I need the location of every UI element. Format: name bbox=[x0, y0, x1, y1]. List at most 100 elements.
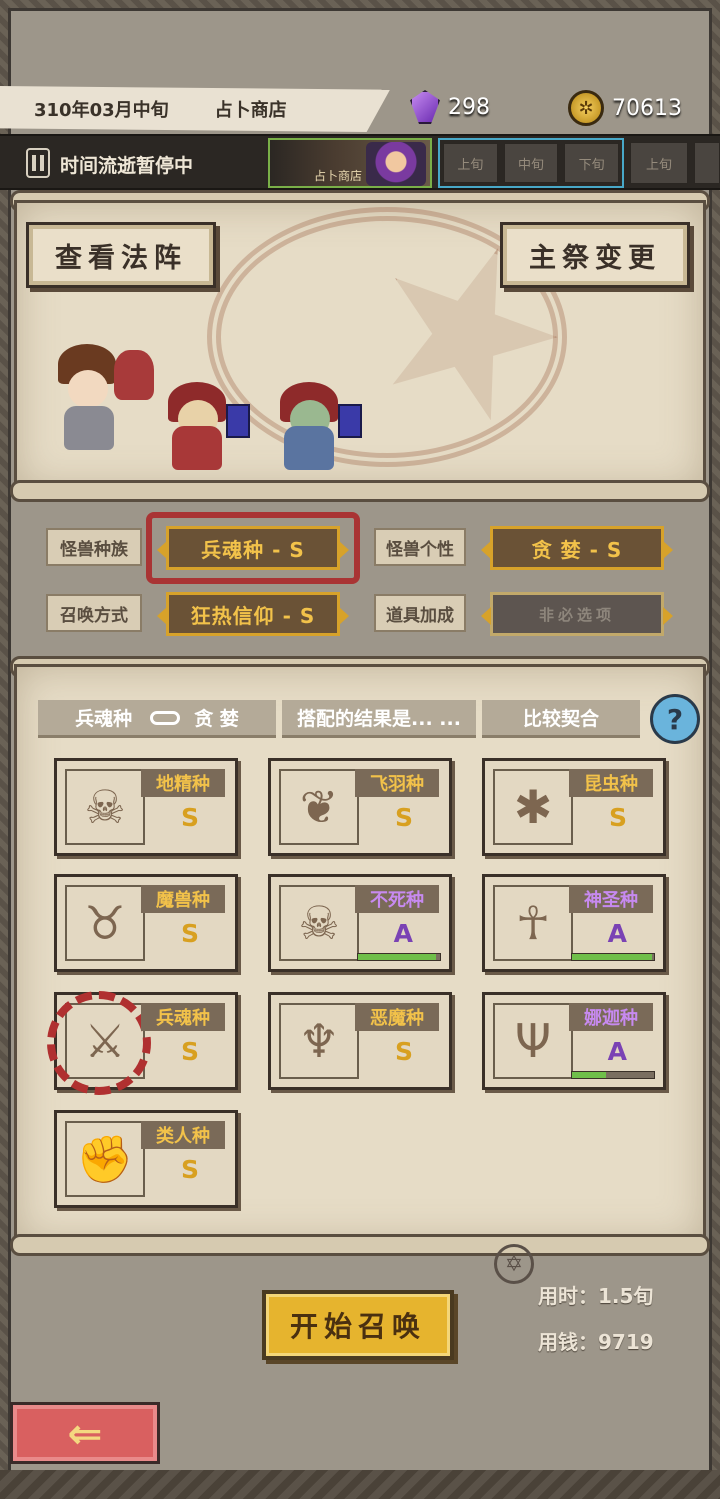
selected-ring-icon bbox=[47, 991, 151, 1095]
back-arrow-icon: ⇐ bbox=[67, 1408, 103, 1458]
shopkeeper-portrait bbox=[366, 142, 426, 186]
trident-icon: Ψ bbox=[493, 1003, 573, 1079]
species-card[interactable]: ♉ 魔兽种 S bbox=[54, 874, 238, 972]
species-name: 昆虫种 bbox=[569, 769, 653, 797]
species-progress-fill bbox=[572, 1072, 607, 1078]
species-progress-bar bbox=[571, 1071, 655, 1079]
beast-icon: ♉ bbox=[65, 885, 145, 961]
gem-amount: 298 bbox=[448, 94, 490, 120]
change-priest-button[interactable]: 主祭变更 bbox=[500, 222, 690, 288]
goblin-skull-icon: ☠ bbox=[65, 769, 145, 845]
purple-gem-icon bbox=[410, 90, 440, 124]
current-date: 310年03月中旬 bbox=[34, 100, 169, 121]
summon-prev-arrow[interactable] bbox=[157, 607, 167, 625]
insect-icon: ✱ bbox=[493, 769, 573, 845]
timeline-slot-late[interactable]: 下旬 bbox=[564, 143, 620, 183]
personality-label: 怪兽个性 bbox=[374, 528, 466, 566]
chain-link-icon bbox=[150, 710, 181, 725]
scroll-roll-bottom-2 bbox=[10, 1234, 710, 1256]
item-bonus-label: 道具加成 bbox=[374, 594, 466, 632]
race-prev-arrow[interactable] bbox=[157, 541, 167, 559]
species-card[interactable]: ♆ 恶魔种 S bbox=[268, 992, 452, 1090]
demon-icon: ♆ bbox=[279, 1003, 359, 1079]
species-grade: A bbox=[393, 919, 413, 948]
species-name: 恶魔种 bbox=[355, 1003, 439, 1031]
species-progress-fill bbox=[358, 954, 436, 960]
fist-icon: ✊ bbox=[65, 1121, 145, 1197]
species-grade: A bbox=[607, 919, 627, 948]
timeline-slot-early[interactable]: 上旬 bbox=[443, 143, 498, 183]
race-label: 怪兽种族 bbox=[46, 528, 142, 566]
species-grade: S bbox=[608, 803, 627, 832]
money-cost: 用钱：9719 bbox=[538, 1330, 654, 1354]
holy-halo-icon: ☥ bbox=[493, 885, 573, 961]
species-card[interactable]: Ψ 娜迦种 A bbox=[482, 992, 666, 1090]
species-card[interactable]: ☠ 地精种 S bbox=[54, 758, 238, 856]
time-status: 时间流逝暂停中 bbox=[60, 155, 194, 177]
wings-icon: ❦ bbox=[279, 769, 359, 845]
summon-method-selector[interactable]: 狂热信仰 - S bbox=[157, 592, 349, 636]
species-grade: A bbox=[607, 1037, 627, 1066]
scroll-roll-bottom bbox=[10, 480, 710, 502]
personality-selector[interactable]: 贪 婪 - S bbox=[481, 526, 673, 570]
time-cost: 用时：1.5旬 bbox=[538, 1284, 654, 1308]
race-next-arrow[interactable] bbox=[339, 541, 349, 559]
species-grade: S bbox=[180, 803, 199, 832]
species-name: 魔兽种 bbox=[141, 885, 225, 913]
race-selector[interactable]: 兵魂种 - S bbox=[157, 526, 349, 570]
species-grade: S bbox=[394, 1037, 413, 1066]
personality-value: 贪 婪 - S bbox=[531, 537, 623, 562]
item-bonus-selector[interactable]: 非必选项 bbox=[481, 592, 673, 636]
gem-counter: 298 bbox=[410, 90, 490, 124]
species-name: 神圣种 bbox=[569, 885, 653, 913]
timeline-slot-mid[interactable]: 中旬 bbox=[503, 143, 559, 183]
species-grade: S bbox=[180, 919, 199, 948]
species-card[interactable]: ☥ 神圣种 A bbox=[482, 874, 666, 972]
species-grade: S bbox=[180, 1155, 199, 1184]
time-bar: 时间流逝暂停中 占卜商店 上旬 中旬 下旬 上旬 bbox=[0, 134, 720, 190]
species-name: 飞羽种 bbox=[355, 769, 439, 797]
item-bonus-value: 非必选项 bbox=[538, 605, 615, 624]
race-value: 兵魂种 - S bbox=[201, 537, 305, 562]
timeline-slot-next[interactable] bbox=[694, 142, 720, 184]
species-card[interactable]: ⚔ 兵魂种 S bbox=[47, 991, 238, 1095]
timeline-slots: 上旬 中旬 下旬 bbox=[438, 138, 624, 188]
personality-prev-arrow[interactable] bbox=[481, 541, 491, 559]
timeline-shop-event[interactable]: 占卜商店 bbox=[268, 138, 432, 188]
pause-icon[interactable] bbox=[26, 148, 50, 178]
species-name: 类人种 bbox=[141, 1121, 225, 1149]
combo-race: 兵魂种 bbox=[75, 708, 133, 730]
species-name: 娜迦种 bbox=[569, 1003, 653, 1031]
species-grade: S bbox=[180, 1037, 199, 1066]
help-question-icon[interactable]: ? bbox=[650, 694, 700, 744]
species-card[interactable]: ❦ 飞羽种 S bbox=[268, 758, 452, 856]
back-arrow-button[interactable]: ⇐ bbox=[10, 1402, 160, 1464]
date-banner: 310年03月中旬 占卜商店 bbox=[0, 86, 390, 132]
species-card[interactable]: ☠ 不死种 A bbox=[268, 874, 452, 972]
summon-method-label: 召唤方式 bbox=[46, 594, 142, 632]
species-progress-fill bbox=[572, 954, 653, 960]
species-name: 地精种 bbox=[141, 769, 225, 797]
view-array-button[interactable]: 查看法阵 bbox=[26, 222, 216, 288]
species-progress-bar bbox=[571, 953, 655, 961]
pentagram-icon: ✡ bbox=[494, 1244, 534, 1284]
combo-personality: 贪 婪 bbox=[194, 708, 239, 730]
undead-skull-icon: ☠ bbox=[279, 885, 359, 961]
item-prev-arrow[interactable] bbox=[481, 607, 491, 625]
summon-method-value: 狂热信仰 - S bbox=[190, 603, 316, 628]
species-card[interactable]: ✊ 类人种 S bbox=[54, 1110, 238, 1208]
gold-counter: ✲ 70613 bbox=[568, 90, 682, 126]
species-name: 不死种 bbox=[355, 885, 439, 913]
species-card[interactable]: ✱ 昆虫种 S bbox=[482, 758, 666, 856]
start-summon-button[interactable]: 开始召唤 bbox=[262, 1290, 454, 1360]
combo-result-label: 搭配的结果是... ... bbox=[282, 700, 476, 738]
summon-next-arrow[interactable] bbox=[339, 607, 349, 625]
combo-verdict: 比较契合 bbox=[482, 700, 640, 738]
combo-pair: 兵魂种 贪 婪 bbox=[38, 700, 276, 738]
item-next-arrow[interactable] bbox=[663, 607, 673, 625]
timeline-slot-next-early[interactable]: 上旬 bbox=[630, 142, 688, 184]
timeline-shop-label: 占卜商店 bbox=[314, 169, 363, 183]
species-progress-bar bbox=[357, 953, 441, 961]
current-location: 占卜商店 bbox=[214, 100, 287, 121]
personality-next-arrow[interactable] bbox=[663, 541, 673, 559]
